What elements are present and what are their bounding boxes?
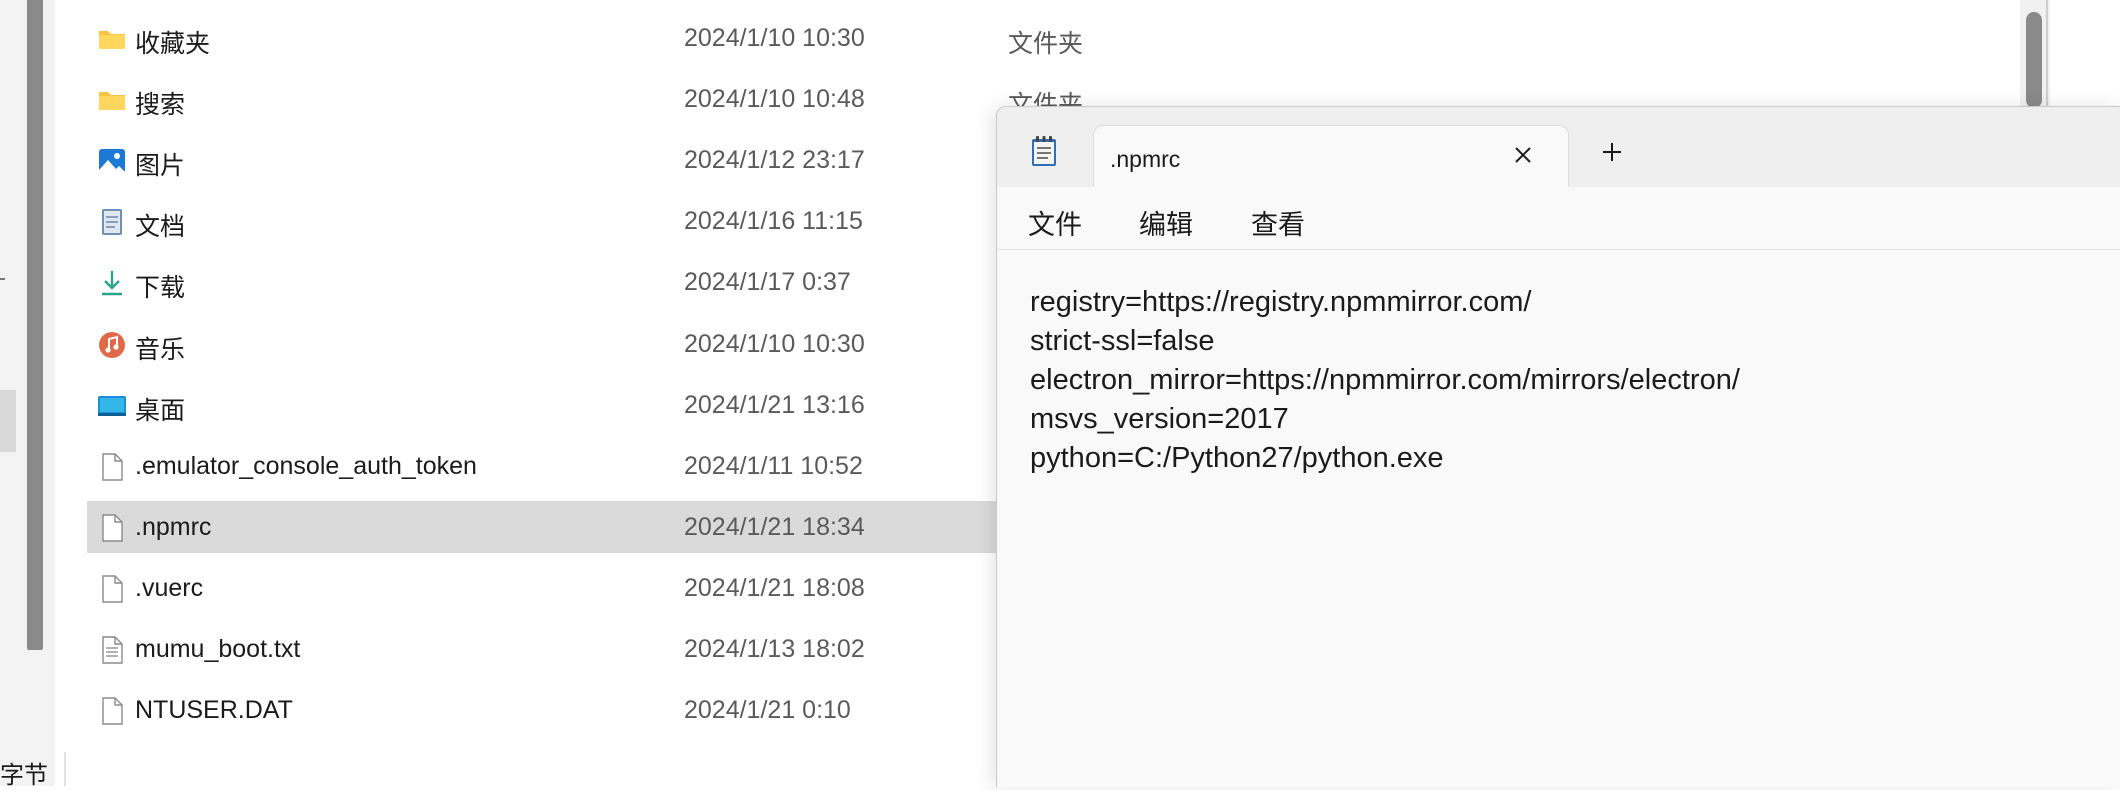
file-icon: [97, 574, 127, 604]
new-tab-icon[interactable]: [1597, 137, 1627, 167]
file-name: 桌面: [135, 396, 186, 425]
editor-line: registry=https://registry.npmmirror.com/: [1030, 286, 1532, 318]
music-icon: [97, 330, 127, 360]
window-edge: [2046, 0, 2048, 110]
file-date-modified: 2024/1/17 0:37: [684, 268, 851, 297]
left-pane-selection: [0, 390, 16, 452]
file-date-modified: 2024/1/10 10:30: [684, 24, 865, 52]
desktop-icon: [97, 391, 127, 421]
file-name: mumu_boot.txt: [135, 635, 301, 663]
file-date-modified: 2024/1/13 18:02: [684, 635, 865, 663]
file-name: 图片: [135, 152, 186, 181]
file-date-modified: 2024/1/21 0:10: [684, 696, 851, 725]
pictures-icon: [97, 146, 127, 176]
left-pane-scrollbar[interactable]: [27, 0, 43, 650]
file-name: 下载: [135, 274, 186, 303]
status-bar-divider: [64, 752, 66, 786]
file-icon: [97, 696, 127, 726]
text-file-icon: [97, 635, 127, 665]
file-icon: [97, 452, 127, 482]
notepad-menu-bar: 文件 编辑 查看: [997, 187, 2120, 250]
file-date-modified: 2024/1/11 10:52: [684, 451, 863, 480]
file-row[interactable]: 收藏夹 2024/1/10 10:30 文件夹: [87, 12, 2037, 64]
file-date-modified: 2024/1/21 18:34: [684, 512, 865, 541]
file-name: .vuerc: [135, 573, 204, 602]
editor-line: strict-ssl=false: [1030, 325, 1215, 357]
folder-icon: [97, 24, 127, 54]
file-name: .emulator_console_auth_token: [135, 451, 477, 480]
tab-title: .npmrc: [1110, 146, 1181, 172]
scrollbar-thumb[interactable]: [2026, 12, 2042, 108]
left-pane-strip: [0, 0, 55, 786]
file-date-modified: 2024/1/12 23:17: [684, 146, 865, 175]
menu-file[interactable]: 文件: [1028, 203, 1082, 242]
file-date-modified: 2024/1/10 10:30: [684, 329, 865, 358]
file-name: 音乐: [135, 335, 186, 364]
notepad-tab[interactable]: .npmrc: [1093, 125, 1569, 190]
notepad-app-icon: [1032, 136, 1056, 166]
file-date-modified: 2024/1/16 11:15: [684, 207, 863, 236]
editor-line: electron_mirror=https://npmmirror.com/mi…: [1030, 364, 1740, 396]
notepad-window: .npmrc 文件 编辑 查看 registry=https://registr…: [996, 106, 2120, 787]
file-type: 文件夹: [1008, 30, 1084, 58]
file-name: 收藏夹: [135, 30, 211, 58]
file-name: 文档: [135, 213, 186, 242]
file-icon: [97, 513, 127, 543]
menu-edit[interactable]: 编辑: [1139, 203, 1193, 242]
editor-line: python=C:/Python27/python.exe: [1030, 442, 1444, 474]
left-pane-mark: [0, 278, 5, 280]
file-name: .npmrc: [135, 512, 212, 541]
file-name: 搜索: [135, 91, 186, 120]
file-date-modified: 2024/1/21 18:08: [684, 573, 865, 602]
notepad-tab-bar: .npmrc: [997, 107, 2120, 190]
file-date-modified: 2024/1/10 10:48: [684, 85, 865, 114]
editor-line: msvs_version=2017: [1030, 403, 1289, 435]
documents-icon: [97, 207, 127, 237]
menu-view[interactable]: 查看: [1251, 203, 1305, 242]
file-date-modified: 2024/1/21 13:16: [684, 390, 865, 419]
folder-icon: [97, 85, 127, 115]
close-icon[interactable]: [1508, 140, 1538, 170]
download-icon: [97, 268, 127, 298]
text-editor[interactable]: registry=https://registry.npmmirror.com/…: [1030, 283, 2090, 478]
file-name: NTUSER.DAT: [135, 696, 293, 725]
status-bar-text: 字节: [0, 762, 48, 789]
